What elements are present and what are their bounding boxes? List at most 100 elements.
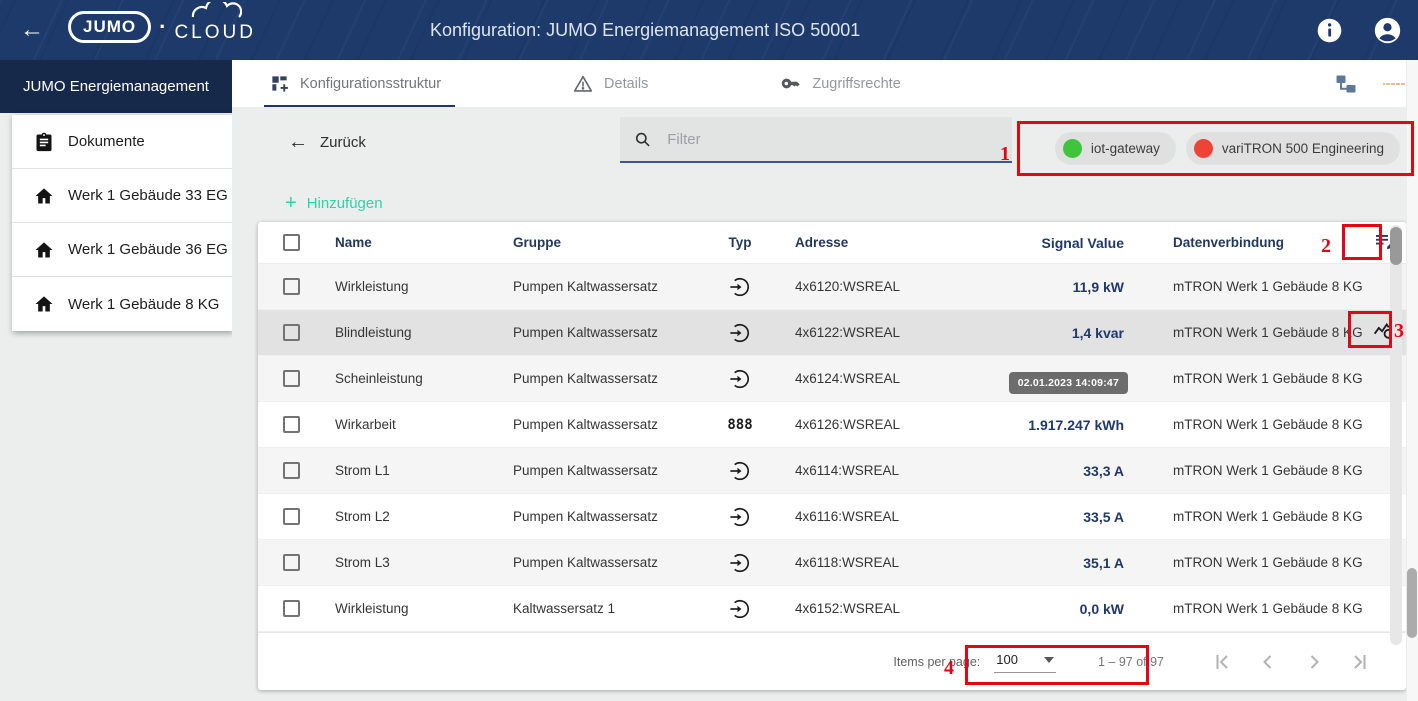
cell-typ: [712, 368, 768, 390]
sidebar-nav-item[interactable]: Dokumente: [12, 115, 232, 169]
annotation-label-1: 1: [1000, 143, 1010, 166]
cell-datenverbindung: mTRON Werk 1 Gebäude 8 KG: [1168, 555, 1364, 570]
select-all-checkbox[interactable]: [283, 234, 300, 251]
table-row[interactable]: Wirkarbeit Pumpen Kaltwassersatz 888 4x6…: [258, 402, 1406, 448]
page-scrollbar-thumb[interactable]: [1407, 568, 1417, 638]
sidebar-item-label: Werk 1 Gebäude 33 EG: [68, 187, 228, 204]
home-icon: [34, 186, 54, 206]
cell-adresse: 4x6122:WSREAL: [768, 325, 1008, 340]
sidebar-nav-item[interactable]: Werk 1 Gebäude 33 EG: [12, 169, 232, 223]
key-icon: [780, 73, 801, 94]
analog-input-icon: [729, 322, 751, 344]
cell-typ: [712, 322, 768, 344]
table-row[interactable]: Strom L2 Pumpen Kaltwassersatz 4x6116:WS…: [258, 494, 1406, 540]
table-row[interactable]: Wirkleistung Kaltwassersatz 1 4x6152:WSR…: [258, 586, 1406, 632]
table-row[interactable]: Scheinleistung Pumpen Kaltwassersatz 4x6…: [258, 356, 1406, 402]
cell-datenverbindung: mTRON Werk 1 Gebäude 8 KG: [1168, 371, 1364, 386]
back-label: Zurück: [320, 134, 366, 151]
analog-input-icon: [729, 276, 751, 298]
device-status-chip[interactable]: iot-gateway: [1055, 132, 1176, 165]
status-dot-icon: [1194, 139, 1213, 158]
chip-label: iot-gateway: [1091, 141, 1160, 156]
sidebar-nav: Dokumente Werk 1 Gebäude 33 EG Werk 1 Ge…: [12, 115, 232, 331]
device-status-chip[interactable]: variTRON 500 Engineering: [1186, 132, 1400, 165]
cell-signal-value: 1,4 kvar: [1008, 325, 1124, 341]
back-arrow-icon[interactable]: ←: [18, 16, 46, 44]
analog-input-icon: [729, 506, 751, 528]
table-scrollbar-thumb[interactable]: [1390, 227, 1402, 265]
table-row[interactable]: Blindleistung Pumpen Kaltwassersatz 4x61…: [258, 310, 1406, 356]
home-icon: [34, 294, 54, 314]
cell-datenverbindung: mTRON Werk 1 Gebäude 8 KG: [1168, 325, 1364, 340]
info-icon[interactable]: [1316, 17, 1343, 44]
cell-name: Wirkarbeit: [316, 417, 496, 432]
cell-adresse: 4x6118:WSREAL: [768, 555, 1008, 570]
table-scrollbar-track[interactable]: [1390, 225, 1402, 645]
cell-gruppe: Pumpen Kaltwassersatz: [496, 371, 712, 386]
sidebar-nav-item[interactable]: Werk 1 Gebäude 8 KG: [12, 277, 232, 331]
cell-signal-value: 11,9 kW: [1008, 279, 1124, 295]
page-title: Konfiguration: JUMO Energiemanagement IS…: [430, 0, 860, 60]
cell-datenverbindung: mTRON Werk 1 Gebäude 8 KG: [1168, 463, 1364, 478]
cell-name: Wirkleistung: [316, 279, 496, 294]
column-header-signal-value: Signal Value: [1008, 235, 1124, 251]
add-button[interactable]: + Hinzufügen: [285, 192, 383, 215]
table-row[interactable]: Wirkleistung Pumpen Kaltwassersatz 4x612…: [258, 264, 1406, 310]
last-page-button[interactable]: [1348, 650, 1372, 674]
cell-datenverbindung: mTRON Werk 1 Gebäude 8 KG: [1168, 417, 1364, 432]
search-icon: [634, 130, 651, 149]
row-checkbox[interactable]: [283, 278, 300, 295]
app-window: ← JUMO · CLOUD Konfiguration: JUMO Energ…: [0, 0, 1418, 701]
cell-gruppe: Pumpen Kaltwassersatz: [496, 279, 712, 294]
tab[interactable]: Zugriffsrechte: [780, 60, 900, 107]
timestamp-tooltip: 02.01.2023 14:09:47: [1009, 372, 1128, 394]
first-page-button[interactable]: [1210, 650, 1234, 674]
sidebar-nav-item[interactable]: Werk 1 Gebäude 36 EG: [12, 223, 232, 277]
tab-label: Details: [604, 76, 648, 92]
add-label: Hinzufügen: [307, 195, 383, 212]
analog-input-icon: [729, 460, 751, 482]
annotation-label-4: 4: [944, 657, 954, 680]
tab[interactable]: Details: [573, 60, 648, 107]
previous-page-button[interactable]: [1256, 650, 1280, 674]
next-page-button[interactable]: [1302, 650, 1326, 674]
cell-gruppe: Pumpen Kaltwassersatz: [496, 555, 712, 570]
signal-value: 33,5 A: [1083, 509, 1124, 525]
account-icon[interactable]: [1373, 16, 1402, 45]
cell-gruppe: Pumpen Kaltwassersatz: [496, 417, 712, 432]
signal-value: 1,4 kvar: [1072, 325, 1124, 341]
cell-name: Strom L1: [316, 463, 496, 478]
row-checkbox[interactable]: [283, 370, 300, 387]
status-dot-icon: [1063, 139, 1082, 158]
filter-input[interactable]: [667, 131, 998, 148]
analog-input-icon: [729, 368, 751, 390]
tab-label: Zugriffsrechte: [812, 76, 900, 92]
items-per-page-select[interactable]: 100: [994, 650, 1056, 673]
column-header-name: Name: [316, 235, 496, 250]
row-checkbox[interactable]: [283, 600, 300, 617]
cell-name: Wirkleistung: [316, 601, 496, 616]
row-checkbox[interactable]: [283, 462, 300, 479]
tab-bar: Konfigurationsstruktur Details Zugriffsr…: [232, 60, 1418, 107]
row-checkbox[interactable]: [283, 324, 300, 341]
cell-name: Blindleistung: [316, 325, 496, 340]
table-row[interactable]: Strom L1 Pumpen Kaltwassersatz 4x6114:WS…: [258, 448, 1406, 494]
cell-typ: [712, 460, 768, 482]
cell-signal-value: 35,1 A: [1008, 555, 1124, 571]
hierarchy-icon[interactable]: [1334, 72, 1358, 96]
row-checkbox[interactable]: [283, 554, 300, 571]
cell-gruppe: Pumpen Kaltwassersatz: [496, 325, 712, 340]
table-row[interactable]: Strom L3 Pumpen Kaltwassersatz 4x6118:WS…: [258, 540, 1406, 586]
back-button[interactable]: ← Zurück: [288, 131, 366, 154]
row-checkbox[interactable]: [283, 416, 300, 433]
jumo-cloud-logo: JUMO · CLOUD: [68, 10, 256, 44]
row-checkbox[interactable]: [283, 508, 300, 525]
app-header: ← JUMO · CLOUD Konfiguration: JUMO Energ…: [0, 0, 1418, 60]
sidebar: JUMO Energiemanagement Dokumente Werk 1 …: [0, 60, 232, 701]
cell-name: Strom L3: [316, 555, 496, 570]
tab[interactable]: Konfigurationsstruktur: [270, 60, 441, 107]
cell-adresse: 4x6152:WSREAL: [768, 601, 1008, 616]
device-status-chips: iot-gateway variTRON 500 Engineering: [1055, 132, 1400, 165]
warning-triangle-icon: [573, 74, 593, 94]
sidebar-title: JUMO Energiemanagement: [0, 60, 232, 113]
